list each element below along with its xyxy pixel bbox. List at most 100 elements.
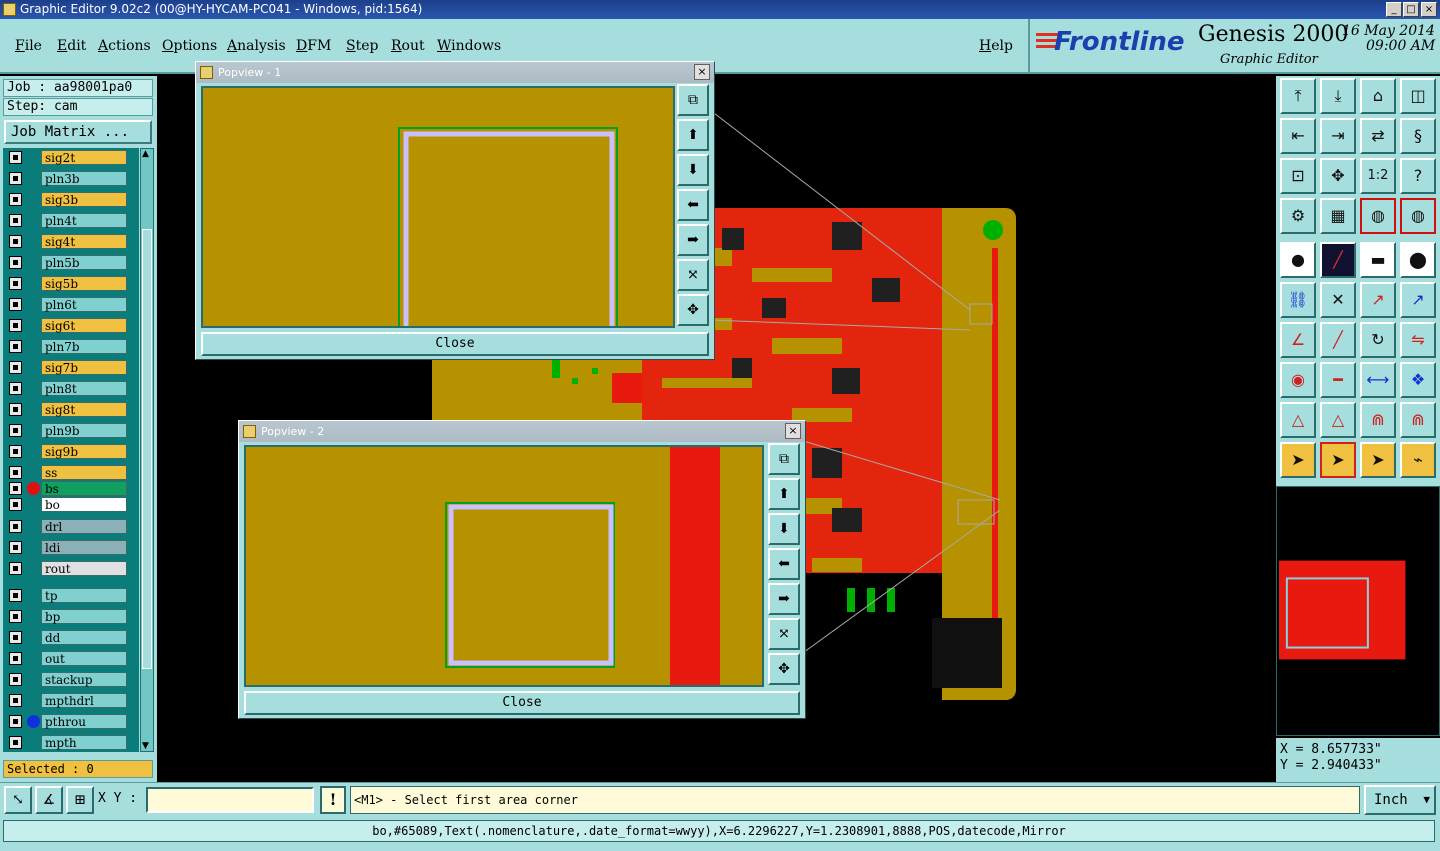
menu-help[interactable]: Help	[979, 38, 1013, 54]
popview-2-view[interactable]	[244, 445, 764, 687]
right-icon[interactable]: ⇥	[1320, 118, 1356, 154]
slash-icon[interactable]: ╱	[1320, 322, 1356, 358]
layer-row-out[interactable]: out	[5, 651, 135, 666]
layer-checkbox[interactable]	[9, 361, 22, 374]
home-icon[interactable]: ⌂	[1360, 78, 1396, 114]
net-pointer-icon[interactable]: ⌁	[1400, 442, 1436, 478]
layer-row-sig3b[interactable]: sig3b	[5, 192, 135, 207]
fit-icon[interactable]: ⊡	[1280, 158, 1316, 194]
layer-row-rout[interactable]: rout	[5, 561, 135, 576]
pointer-outline-icon[interactable]: ➤	[1360, 442, 1396, 478]
angle-icon[interactable]: ∠	[1280, 322, 1316, 358]
alert-button[interactable]: !	[320, 786, 346, 814]
left-icon[interactable]: ⇤	[1280, 118, 1316, 154]
pan-up-icon[interactable]: ⬆	[768, 478, 800, 510]
layer-checkbox[interactable]	[9, 151, 22, 164]
triangle-icon[interactable]: △	[1280, 402, 1316, 438]
layer-row-mpth[interactable]: mpth	[5, 735, 135, 750]
menu-step[interactable]: Step	[346, 38, 378, 54]
dash-icon[interactable]: ━	[1320, 362, 1356, 398]
arch-icon[interactable]: ⋒	[1360, 402, 1396, 438]
question-icon[interactable]: ?	[1400, 158, 1436, 194]
layer-checkbox[interactable]	[9, 298, 22, 311]
layer-checkbox[interactable]	[9, 562, 22, 575]
layer-checkbox[interactable]	[9, 424, 22, 437]
layer-checkbox[interactable]	[9, 673, 22, 686]
layer-checkbox[interactable]	[9, 610, 22, 623]
layer-row-pln3b[interactable]: pln3b	[5, 171, 135, 186]
layer-checkbox[interactable]	[9, 172, 22, 185]
s-shape-icon[interactable]: §	[1400, 118, 1436, 154]
layer-row-sig9b[interactable]: sig9b	[5, 444, 135, 459]
layer-checkbox[interactable]	[9, 214, 22, 227]
pad-add-icon[interactable]: ●	[1280, 242, 1316, 278]
layer-checkbox[interactable]	[9, 277, 22, 290]
zoom-area-icon[interactable]: ⧉	[768, 443, 800, 475]
triangle-alt-icon[interactable]: △	[1320, 402, 1356, 438]
scrollbar-thumb[interactable]	[142, 229, 152, 669]
menu-rout[interactable]: Rout	[391, 38, 425, 54]
mirror-icon[interactable]: ⇋	[1400, 322, 1436, 358]
settings-icon[interactable]: ⚙	[1280, 198, 1316, 234]
layer-row-pln8t[interactable]: pln8t	[5, 381, 135, 396]
unit-selector[interactable]: Inch ▼	[1364, 785, 1436, 815]
menu-options[interactable]: Options	[162, 38, 217, 54]
traffic-light-alt-icon[interactable]: ◍	[1400, 198, 1436, 234]
layer-checkbox[interactable]	[9, 520, 22, 533]
layer-checkbox[interactable]	[9, 403, 22, 416]
pointer-icon[interactable]: ➤	[1280, 442, 1316, 478]
move-alt-icon[interactable]: ↗	[1400, 282, 1436, 318]
center-icon[interactable]: ✥	[1320, 158, 1356, 194]
close-window-button[interactable]: ×	[1421, 2, 1437, 17]
scroll-up-icon[interactable]: ▲	[142, 149, 149, 159]
pan-left-icon[interactable]: ⬅	[677, 189, 709, 221]
layer-checkbox[interactable]	[9, 694, 22, 707]
home-up-icon[interactable]: ⤒	[1280, 78, 1316, 114]
layer-list-scrollbar[interactable]: ▲ ▼	[140, 148, 154, 752]
layer-checkbox[interactable]	[9, 631, 22, 644]
layer-checkbox[interactable]	[9, 541, 22, 554]
layer-checkbox[interactable]	[9, 652, 22, 665]
menu-dfm[interactable]: DFM	[296, 38, 331, 54]
layer-checkbox[interactable]	[9, 319, 22, 332]
layer-row-pln9b[interactable]: pln9b	[5, 423, 135, 438]
maximize-button[interactable]: □	[1403, 2, 1419, 17]
measure-icon[interactable]: ⟷	[1360, 362, 1396, 398]
layer-checkbox[interactable]	[9, 235, 22, 248]
popview-2-close-icon[interactable]: ×	[785, 423, 801, 439]
layer-row-pln6t[interactable]: pln6t	[5, 297, 135, 312]
layer-row-bo[interactable]: bo	[5, 497, 135, 512]
pan-right-icon[interactable]: ➡	[677, 224, 709, 256]
layer-row-sig8t[interactable]: sig8t	[5, 402, 135, 417]
layer-checkbox[interactable]	[9, 482, 22, 495]
layer-row-drl[interactable]: drl	[5, 519, 135, 534]
layer-checkbox[interactable]	[9, 466, 22, 479]
layer-row-pln5b[interactable]: pln5b	[5, 255, 135, 270]
overview-map[interactable]	[1276, 486, 1440, 736]
point-icon[interactable]: ◉	[1280, 362, 1316, 398]
zoom-in-icon[interactable]: ⤧	[768, 618, 800, 650]
ruler-icon[interactable]: ▬	[1360, 242, 1396, 278]
popview-1-close-button[interactable]: Close	[201, 332, 709, 356]
layer-row-bp[interactable]: bp	[5, 609, 135, 624]
zoom-out-icon[interactable]: ✥	[677, 294, 709, 326]
layer-row-ss[interactable]: ss	[5, 465, 135, 480]
layer-checkbox[interactable]	[9, 589, 22, 602]
menu-file[interactable]: File	[15, 38, 42, 54]
layer-row-sig2t[interactable]: sig2t	[5, 150, 135, 165]
layer-row-mpthdrl[interactable]: mpthdrl	[5, 693, 135, 708]
one-to-two-icon[interactable]: 1:2	[1360, 158, 1396, 194]
menu-edit[interactable]: Edit	[57, 38, 86, 54]
rotate-icon[interactable]: ↻	[1360, 322, 1396, 358]
grid-icon[interactable]: ▦	[1320, 198, 1356, 234]
swap-icon[interactable]: ⇄	[1360, 118, 1396, 154]
pad-select-icon[interactable]: ⬤	[1400, 242, 1436, 278]
popview-2-titlebar[interactable]: Popview - 2 ×	[239, 421, 805, 442]
pan-down-icon[interactable]: ⬇	[677, 154, 709, 186]
menu-windows[interactable]: Windows	[437, 38, 501, 54]
layer-row-sig5b[interactable]: sig5b	[5, 276, 135, 291]
blob-icon[interactable]: ❖	[1400, 362, 1436, 398]
pan-up-icon[interactable]: ⬆	[677, 119, 709, 151]
layer-row-pthrou[interactable]: pthrou	[5, 714, 135, 729]
pointer-box-icon[interactable]: ➤	[1320, 442, 1356, 478]
